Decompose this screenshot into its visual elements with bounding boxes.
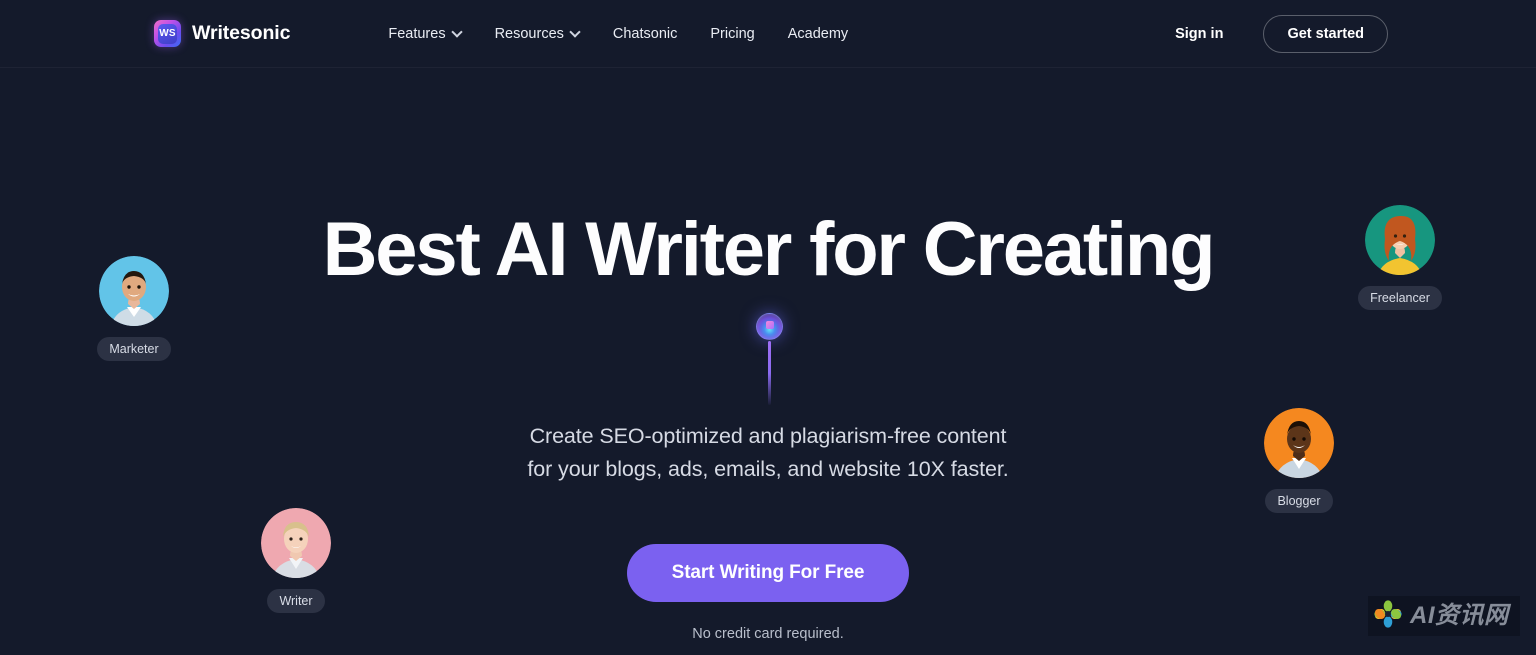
persona-tag-marketer: Marketer [97,337,171,361]
wand-stem-icon [768,341,771,405]
avatar-blogger-icon [1264,408,1334,478]
watermark: AI资讯网 [1368,596,1520,636]
nav-label-academy: Academy [787,25,849,42]
watermark-text: AI资讯网 [1410,602,1509,629]
persona-writer[interactable]: Writer [220,508,372,613]
site-header: WS Writesonic Features Resources Chatson… [0,0,1536,68]
writesonic-logo-icon: WS [154,20,181,47]
logo-initials: WS [159,28,176,39]
start-writing-for-free-button[interactable]: Start Writing For Free [626,544,910,602]
persona-tag-blogger: Blogger [1265,489,1333,513]
chevron-down-icon [571,28,580,37]
brand-name: Writesonic [192,22,291,44]
avatar-marketer-icon [99,256,169,326]
nav-item-academy[interactable]: Academy [788,26,848,42]
hero-section: Best AI Writer for Creating Create SEO-o… [0,68,1536,655]
persona-tag-writer: Writer [267,589,325,613]
chevron-down-icon [453,28,462,37]
nav-item-chatsonic[interactable]: Chatsonic [613,26,677,42]
nav-item-pricing[interactable]: Pricing [710,26,754,42]
persona-freelancer[interactable]: Freelancer [1324,205,1476,310]
header-actions: Sign in Get started [1175,14,1388,53]
nav-label-features: Features [388,25,446,42]
page-title: Best AI Writer for Creating [322,207,1216,292]
avatar-freelancer-icon [1365,205,1435,275]
nav-label-chatsonic: Chatsonic [612,25,678,42]
nav-item-features[interactable]: Features [388,26,461,42]
nav-label-pricing: Pricing [710,25,755,42]
avatar-writer-icon [261,508,331,578]
wand-orb-head-icon [756,313,783,340]
cta-note: No credit card required. [692,626,844,642]
persona-marketer[interactable]: Marketer [58,256,210,361]
ai-wand-orb-icon [753,313,786,438]
sign-in-link[interactable]: Sign in [1175,26,1223,42]
persona-tag-freelancer: Freelancer [1358,286,1442,310]
flower-pinwheel-icon [1373,599,1403,634]
get-started-button[interactable]: Get started [1263,14,1388,53]
nav-label-resources: Resources [494,25,564,42]
nav-item-resources[interactable]: Resources [495,26,580,42]
brand-logo[interactable]: WS Writesonic [154,20,290,47]
main-navigation: Features Resources Chatsonic Pricing Aca… [388,26,848,42]
persona-blogger[interactable]: Blogger [1223,408,1375,513]
